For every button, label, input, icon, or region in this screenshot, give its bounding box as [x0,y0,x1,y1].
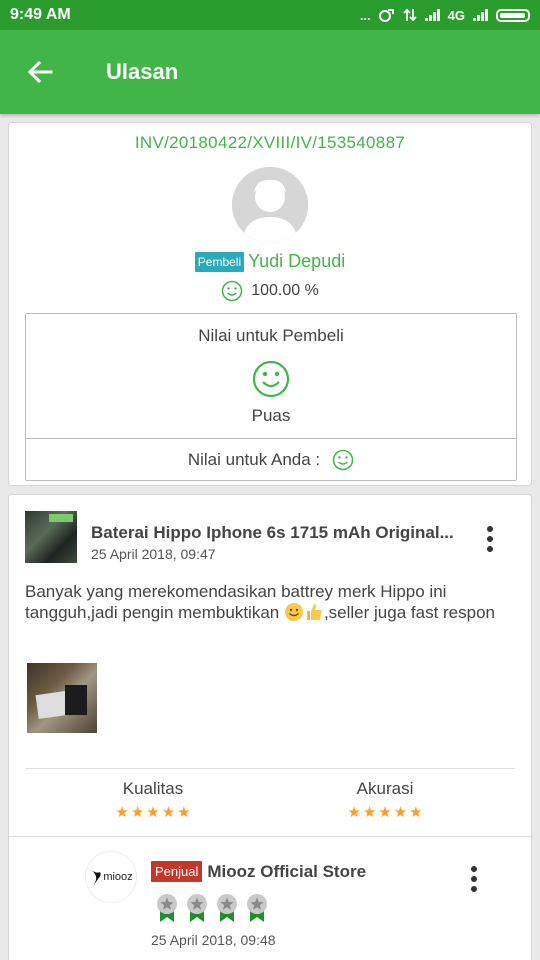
buyer-line: Pembeli Yudi Depudi [9,251,531,272]
back-arrow-icon [27,60,53,84]
silver-medal-icon [187,894,207,922]
silver-medal-icon [247,894,267,922]
seller-logo[interactable]: miooz [85,851,137,903]
star-icon: ★ [146,804,160,821]
kebab-dot-icon [487,536,493,542]
rating-box: Nilai untuk Pembeli Puas Nilai untuk And… [25,313,517,481]
smiley-large-icon [252,360,290,398]
review-more-button[interactable] [475,519,505,559]
network-type: 4G [447,7,465,23]
silver-medal-icon [157,894,177,922]
buyer-name[interactable]: Yudi Depudi [248,251,345,272]
rating-face [26,360,516,398]
metric-label: Kualitas [122,779,184,798]
smiley-icon [221,280,243,302]
data-transfer-icon [403,8,417,22]
review-card: Baterai Hippo Iphone 6s 1715 mAh Origina… [8,494,532,960]
reply-date: 25 April 2018, 09:48 [151,932,276,948]
hummingbird-logo-icon [91,870,101,885]
smiley-icon [332,449,354,471]
buyer-rating-card: INV/20180422/XVIII/IV/153540887 Pembeli … [8,122,532,486]
review-text: Banyak yang merekomendasikan battrey mer… [25,581,495,623]
metric-quality: Kualitas ★ ★ ★ ★ ★ [53,779,253,820]
seller-logo-text: miooz [103,871,133,883]
star-icon: ★ [177,804,191,821]
invoice-number[interactable]: INV/20180422/XVIII/IV/153540887 [9,133,531,153]
metric-label: Akurasi [356,779,414,798]
review-text-part2: ,seller juga fast respon [323,603,495,622]
rating-title: Nilai untuk Pembeli [198,326,344,345]
quality-stars: ★ ★ ★ ★ ★ [53,805,253,820]
signal-icon [424,9,440,21]
sync-icon [378,9,394,22]
smile-emoji-icon [284,603,303,621]
divider [9,836,531,837]
kebab-dot-icon [471,876,477,882]
buyer-badge: Pembeli [194,251,245,272]
seller-line: Penjual Miooz Official Store [151,861,366,882]
buyer-reputation: 100.00 % [9,280,531,302]
star-icon: ★ [130,804,145,821]
review-photo[interactable] [27,663,97,733]
page-title: Ulasan [106,59,179,84]
reply-more-button[interactable] [459,859,489,899]
seller-name[interactable]: Miooz Official Store [207,862,366,882]
metric-accuracy: Akurasi ★ ★ ★ ★ ★ [285,779,485,820]
notification-dots: ... [359,7,371,23]
thumbs-up-emoji-icon [306,604,322,620]
back-button[interactable] [0,30,80,114]
silver-medal-icon [217,894,237,922]
kebab-dot-icon [487,546,493,552]
star-icon: ★ [409,804,423,821]
review-date: 25 April 2018, 09:47 [91,546,216,562]
product-name[interactable]: Baterai Hippo Iphone 6s 1715 mAh Origina… [91,523,461,543]
status-bar: 9:49 AM ... 4G [0,0,540,30]
star-icon: ★ [393,804,408,821]
status-icons: ... 4G [360,8,530,23]
kebab-dot-icon [471,866,477,872]
battery-icon [496,8,530,22]
app-bar: Ulasan [0,30,540,114]
default-avatar-icon [232,167,308,243]
your-rating-label: Nilai untuk Anda : [187,450,321,469]
seller-medals [155,893,269,923]
accuracy-stars: ★ ★ ★ ★ ★ [285,805,485,820]
product-thumbnail[interactable] [25,511,77,563]
rating-result: Puas [251,406,291,425]
your-rating: Nilai untuk Anda : [26,438,516,482]
star-icon: ★ [115,804,129,821]
reputation-percent: 100.00 % [251,282,319,299]
divider [25,768,515,769]
star-icon: ★ [362,804,377,821]
status-time: 9:49 AM [10,6,71,23]
seller-badge: Penjual [151,861,203,882]
signal-icon-2 [473,9,488,21]
star-icon: ★ [347,804,361,821]
kebab-dot-icon [471,886,477,892]
star-icon: ★ [161,804,176,821]
kebab-dot-icon [487,526,493,532]
buyer-avatar [232,167,308,243]
star-icon: ★ [378,804,392,821]
